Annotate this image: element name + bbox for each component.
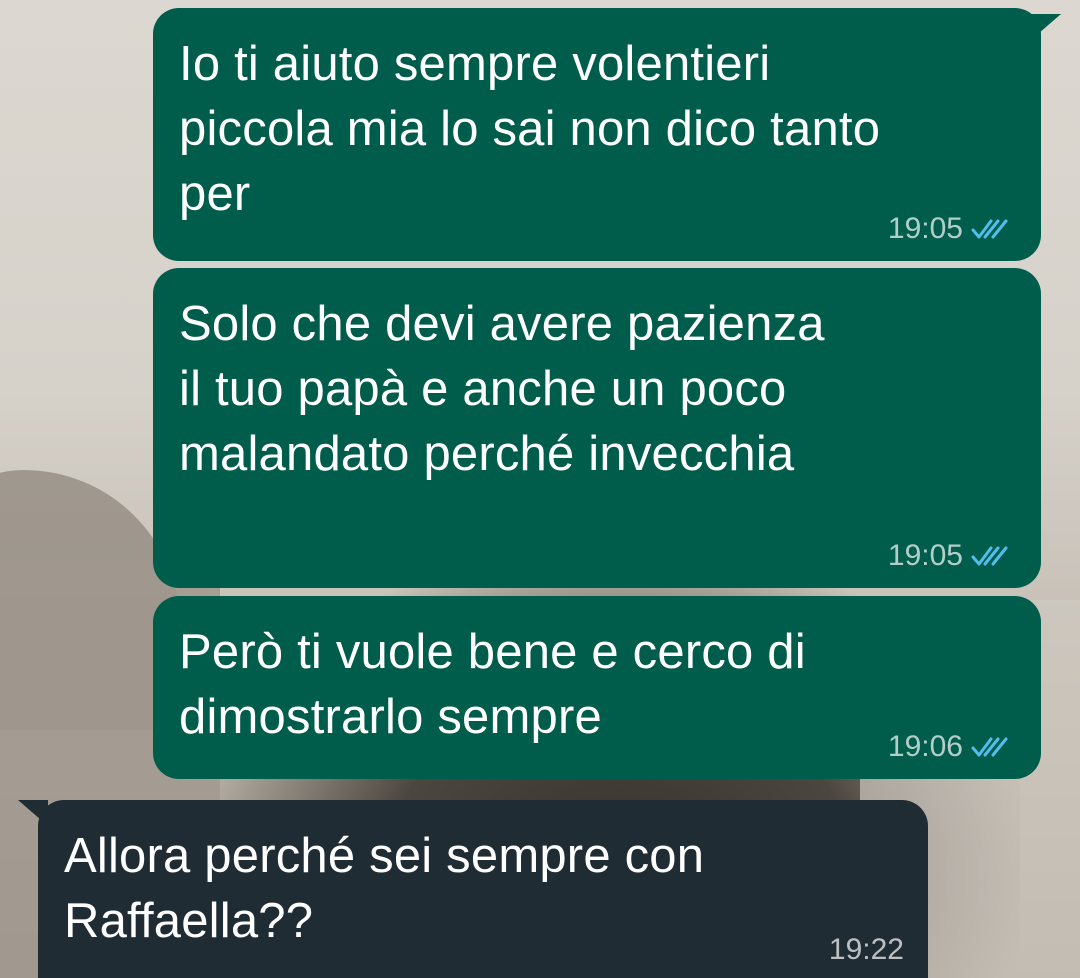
outgoing-message-bubble[interactable]: Io ti aiuto sempre volentieri piccola mi…	[153, 8, 1061, 261]
message-meta: 19:06	[888, 729, 1017, 765]
message-time: 19:05	[887, 212, 963, 245]
message-list: Io ti aiuto sempre volentieri piccola mi…	[0, 0, 1080, 978]
double-check-read-icon	[971, 737, 1008, 757]
double-check-read-icon	[971, 546, 1008, 566]
message-text: Allora perché sei sempre con Raffaella??	[64, 829, 705, 948]
message-text: Solo che devi avere pazienza il tuo papà…	[179, 297, 825, 481]
message-meta: 19:05	[888, 211, 1017, 247]
outgoing-message-bubble[interactable]: Solo che devi avere pazienza il tuo papà…	[153, 268, 1041, 588]
outgoing-message-bubble[interactable]: Però ti vuole bene e cerco di dimostrarl…	[153, 596, 1041, 779]
message-meta: 19:05	[888, 538, 1017, 574]
message-time: 19:05	[887, 539, 963, 572]
message-time: 19:22	[828, 933, 904, 966]
bubble-tail	[1031, 14, 1061, 40]
bubble-tail	[18, 800, 48, 826]
message-text: Io ti aiuto sempre volentieri piccola mi…	[179, 37, 881, 221]
message-time: 19:06	[887, 730, 963, 763]
double-check-read-icon	[971, 219, 1008, 239]
incoming-message-bubble[interactable]: Allora perché sei sempre con Raffaella??…	[18, 800, 928, 978]
message-meta: 19:22	[829, 932, 904, 968]
